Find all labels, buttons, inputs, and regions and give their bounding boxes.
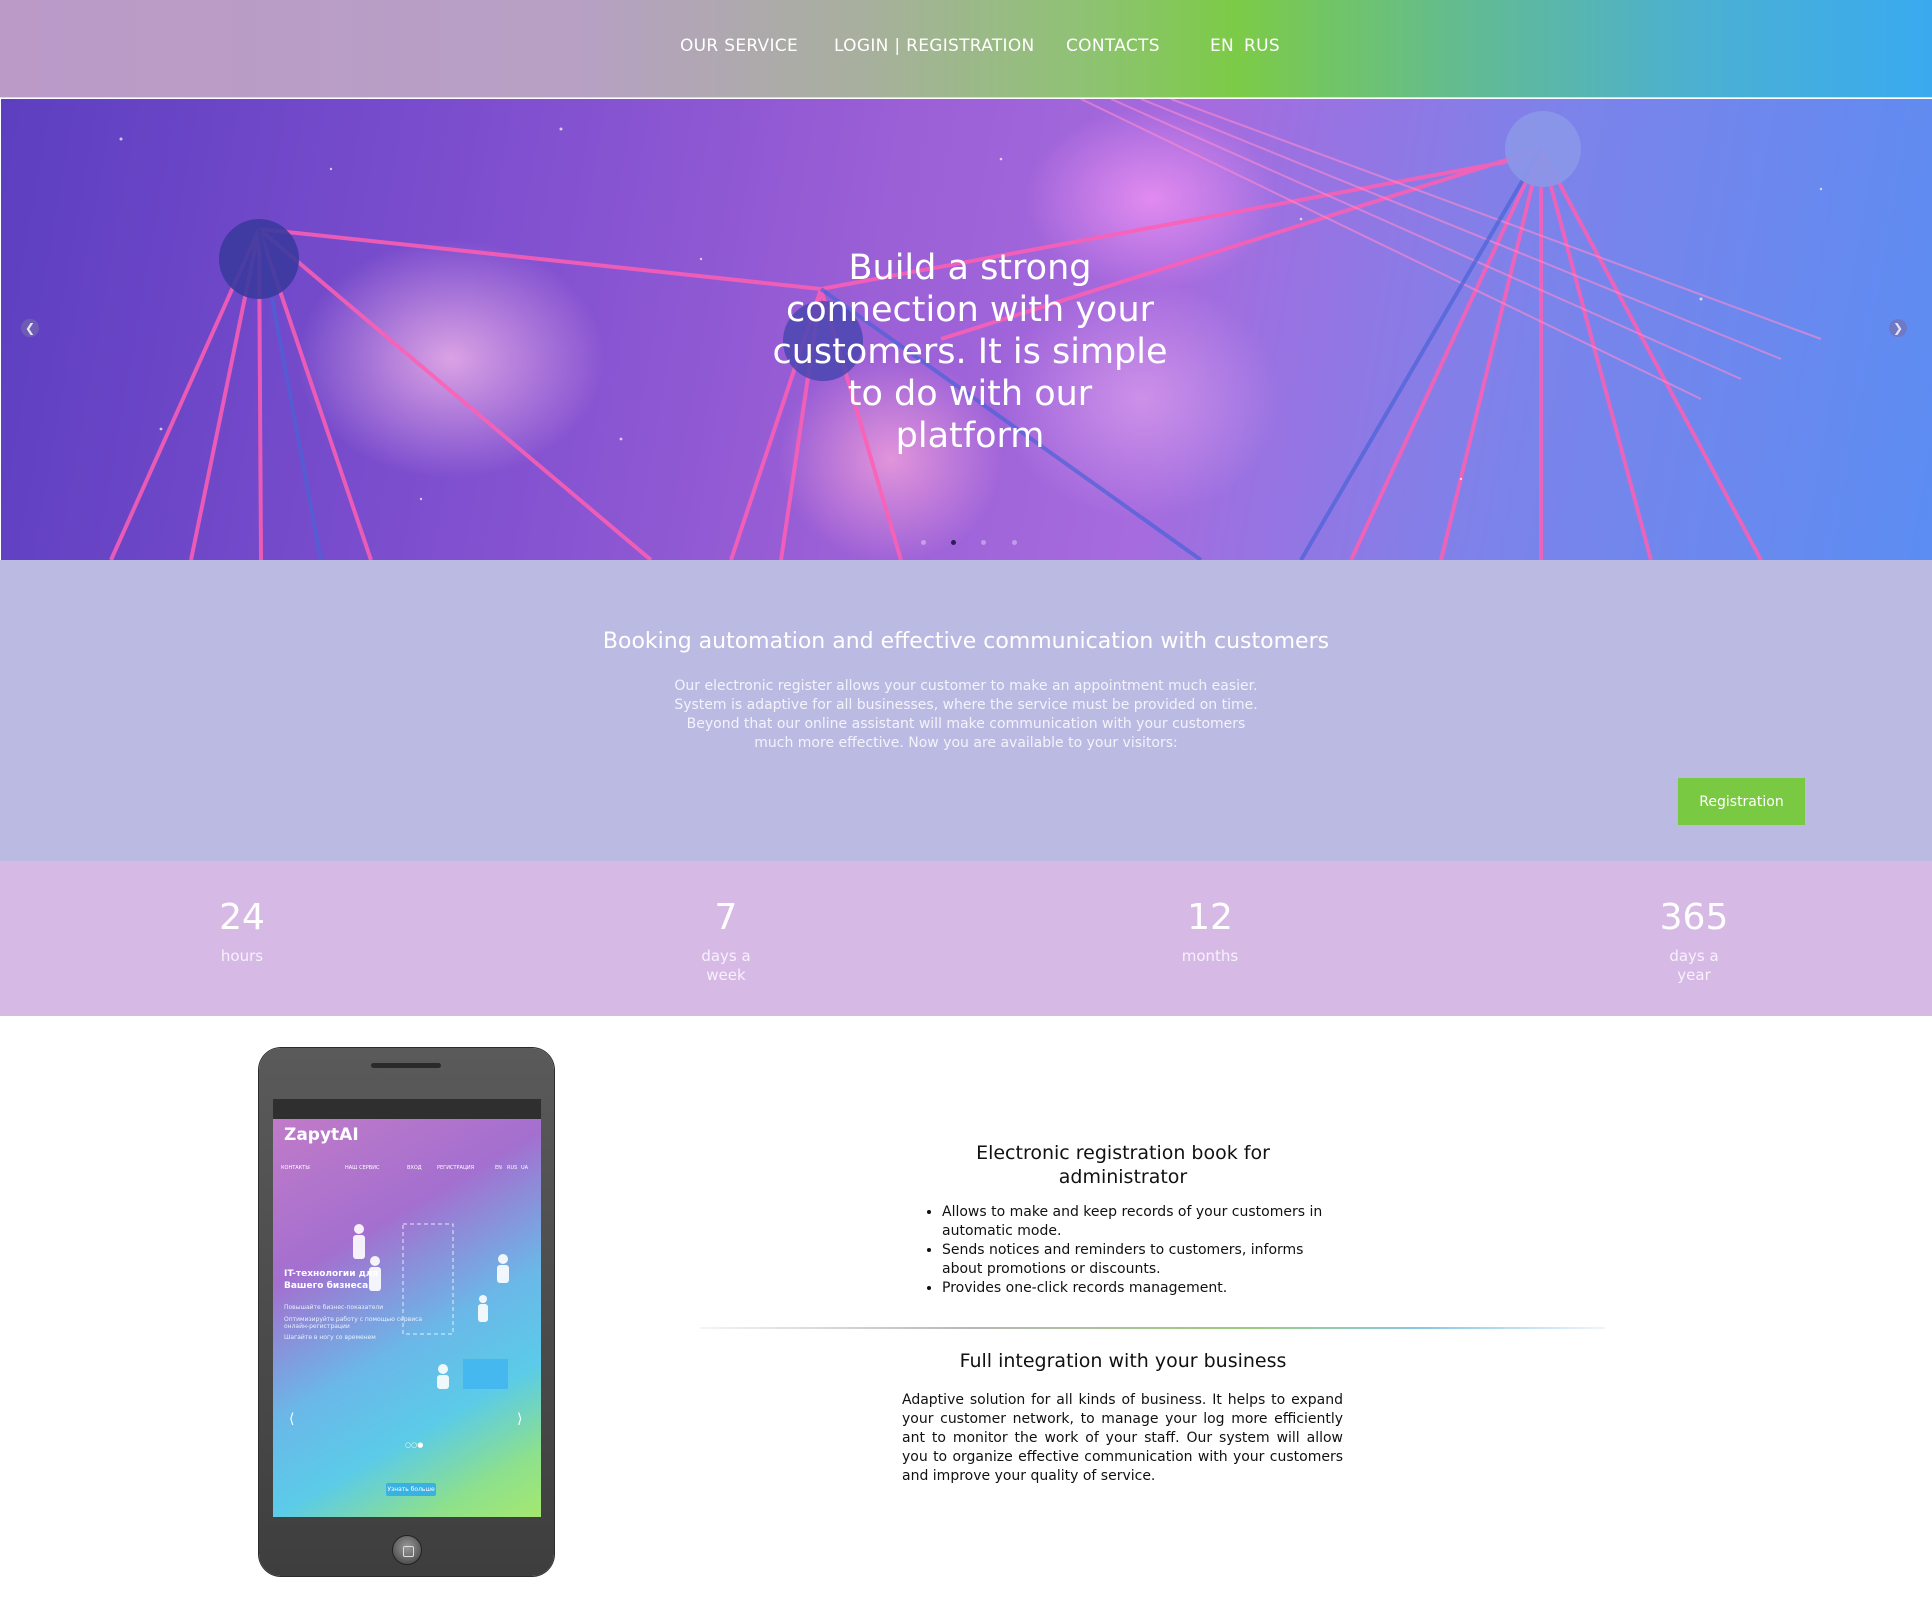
intro-text-line: much more effective. Now you are availab… <box>754 735 1178 751</box>
stat-days-year: 365 days a year <box>1594 897 1794 985</box>
stats-section: 24 hours 7 days a week 12 months 365 day… <box>0 861 1932 1016</box>
stat-number: 7 <box>714 897 738 938</box>
slider-next-button[interactable]: ❯ <box>1889 319 1907 337</box>
site-header: OUR SERVICE LOGIN | REGISTRATION CONTACT… <box>0 0 1932 98</box>
stat-number: 365 <box>1659 897 1729 938</box>
feature-book-title: Electronic registration book for adminis… <box>976 1142 1270 1188</box>
stat-number: 24 <box>219 897 265 938</box>
lang-en[interactable]: EN <box>1210 36 1234 56</box>
feature-list-item: Sends notices and reminders to customers… <box>942 1241 1343 1279</box>
phone-nav-item: EN <box>495 1165 502 1171</box>
intro-text-line: Our electronic register allows your cust… <box>674 678 1258 694</box>
phone-screen-content: ZapytAI КОНТАКТЫ НАШ СЕРВИС ВХОД РЕГИСТР… <box>273 1119 541 1517</box>
phone-brand-logo: ZapytAI <box>284 1125 359 1145</box>
stat-label: hours <box>220 947 264 965</box>
slider-dot[interactable] <box>921 540 926 545</box>
stat-label: months <box>1181 947 1239 965</box>
stat-months: 12 months <box>1110 897 1310 966</box>
chevron-right-icon: ❯ <box>1892 321 1904 335</box>
slider-prev-button[interactable]: ❮ <box>21 319 39 337</box>
phone-nav-item: КОНТАКТЫ <box>281 1165 310 1171</box>
slider-indicators <box>921 540 1021 548</box>
phone-mockup: ZapytAI КОНТАКТЫ НАШ СЕРВИС ВХОД РЕГИСТР… <box>259 1048 554 1576</box>
phone-heading: IT-технологии для Вашего бизнеса <box>284 1269 379 1291</box>
phone-nav-item: НАШ СЕРВИС <box>345 1165 380 1171</box>
nav-contacts[interactable]: CONTACTS <box>1066 36 1160 56</box>
nav-login-registration[interactable]: LOGIN | REGISTRATION <box>834 36 1035 56</box>
slider-dot[interactable] <box>1012 540 1017 545</box>
intro-text-line: Beyond that our online assistant will ma… <box>686 716 1246 732</box>
section-divider <box>700 1327 1605 1329</box>
phone-home-button <box>392 1535 422 1565</box>
phone-speaker <box>371 1063 441 1068</box>
lang-rus[interactable]: RUS <box>1244 36 1280 56</box>
stat-days-week: 7 days a week <box>626 897 826 985</box>
main-nav: OUR SERVICE LOGIN | REGISTRATION CONTACT… <box>0 36 1932 62</box>
phone-nav-item: UA <box>521 1165 529 1171</box>
stat-label: days a week <box>701 947 751 984</box>
feature-list-item: Provides one-click records management. <box>942 1279 1343 1298</box>
registration-button[interactable]: Registration <box>1678 778 1805 825</box>
intro-text: Our electronic register allows your cust… <box>566 677 1366 753</box>
phone-text-line: Оптимизируйте работу с помощью сервиса о… <box>284 1316 423 1330</box>
slider-dot[interactable] <box>981 540 986 545</box>
phone-nav-item: РЕГИСТРАЦИЯ <box>437 1165 475 1171</box>
phone-chevron-left-icon: ⟨ <box>289 1411 295 1427</box>
feature-list-item: Allows to make and keep records of your … <box>942 1203 1343 1241</box>
phone-slider-dots: ○○● <box>405 1441 424 1449</box>
phone-text-line: Шагайте в ногу со временем <box>284 1334 376 1341</box>
phone-nav-item: ВХОД <box>407 1165 422 1171</box>
phone-screen: ZapytAI КОНТАКТЫ НАШ СЕРВИС ВХОД РЕГИСТР… <box>273 1099 541 1517</box>
feature-book-list: Allows to make and keep records of your … <box>923 1203 1343 1298</box>
phone-chevron-right-icon: ⟩ <box>517 1411 523 1427</box>
feature-integration-text: Adaptive solution for all kinds of busin… <box>902 1392 1343 1484</box>
intro-section: Booking automation and effective communi… <box>0 560 1932 861</box>
intro-title: Booking automation and effective communi… <box>602 629 1330 654</box>
intro-text-line: System is adaptive for all businesses, w… <box>674 697 1258 713</box>
phone-nav-item: RUS <box>507 1165 518 1171</box>
phone-text-line: Повышайте бизнес-показатели <box>284 1304 384 1311</box>
stat-hours: 24 hours <box>142 897 342 966</box>
hero-slider: Build a strong connection with your cust… <box>1 99 1932 560</box>
hero-title: Build a strong connection with your cust… <box>772 248 1168 456</box>
slider-dot-active[interactable] <box>951 540 956 545</box>
feature-integration-title: Full integration with your business <box>959 1350 1287 1372</box>
stat-label: days a year <box>1669 947 1719 984</box>
nav-our-service[interactable]: OUR SERVICE <box>680 36 798 56</box>
phone-more-button: Узнать больше <box>386 1483 436 1496</box>
chevron-left-icon: ❮ <box>24 321 36 335</box>
stat-number: 12 <box>1187 897 1233 938</box>
